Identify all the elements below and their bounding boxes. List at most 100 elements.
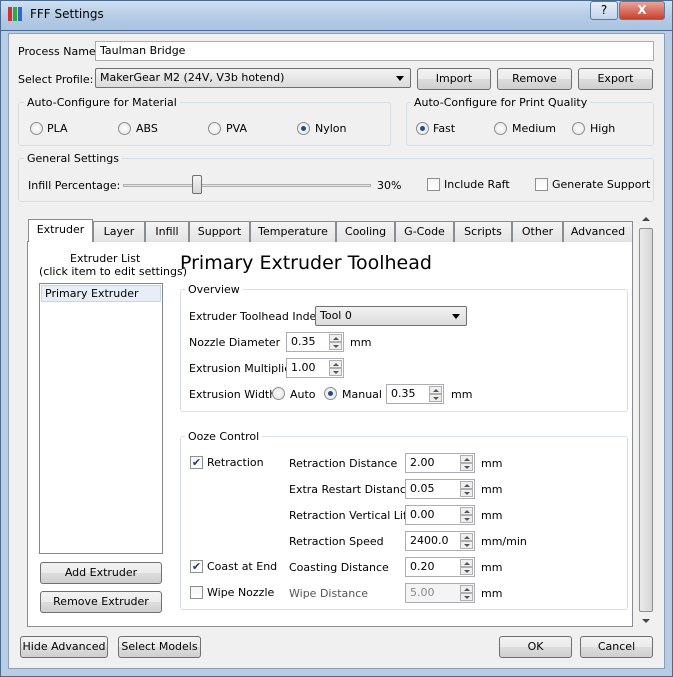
hide-advanced-button[interactable]: Hide Advanced (20, 636, 108, 658)
spin-down-icon[interactable] (329, 368, 342, 376)
toolhead-index-label: Extruder Toolhead Index (189, 310, 323, 323)
spin-up-icon[interactable] (329, 334, 342, 342)
tab-infill[interactable]: Infill (145, 221, 189, 242)
spin-up-icon[interactable] (460, 559, 473, 567)
chevron-down-icon (396, 76, 404, 81)
coast-at-end-checkbox[interactable]: ✔ (190, 560, 203, 573)
spin-down-icon[interactable] (460, 463, 473, 471)
tab-advanced[interactable]: Advanced (563, 221, 633, 242)
extrusion-width-label: Extrusion Width (189, 388, 277, 401)
extrusion-multiplier-label: Extrusion Multiplier (189, 362, 296, 375)
extrusion-width-spinbox[interactable]: 0.35 (386, 384, 444, 404)
retraction-distance-unit: mm (481, 457, 503, 470)
close-button[interactable]: X (619, 1, 665, 20)
quality-fast-radio[interactable] (416, 122, 429, 135)
spin-up-icon[interactable] (460, 533, 473, 541)
tab-gcode[interactable]: G-Code (395, 221, 454, 242)
toolhead-index-value: Tool 0 (320, 309, 352, 322)
material-pla-radio[interactable] (30, 122, 43, 135)
spin-down-icon[interactable] (460, 541, 473, 549)
quality-high-label: High (590, 122, 616, 135)
tab-cooling[interactable]: Cooling (336, 221, 395, 242)
profile-select-value: MakerGear M2 (24V, V3b hotend) (100, 71, 285, 84)
spin-down-icon[interactable] (460, 593, 473, 601)
include-raft-checkbox[interactable] (427, 178, 440, 191)
infill-percentage-value: 30% (377, 179, 402, 192)
tab-other[interactable]: Other (512, 221, 563, 242)
spin-down-icon[interactable] (429, 394, 442, 402)
spin-down-icon[interactable] (460, 567, 473, 575)
process-name-input[interactable]: Taulman Bridge (95, 41, 654, 61)
infill-slider-thumb[interactable] (192, 175, 203, 194)
spin-down-icon[interactable] (329, 342, 342, 350)
toolhead-index-select[interactable]: Tool 0 (315, 306, 467, 326)
extruder-list (39, 283, 163, 554)
retraction-checkbox[interactable]: ✔ (190, 456, 203, 469)
nozzle-diameter-value: 0.35 (291, 335, 316, 348)
spin-up-icon[interactable] (429, 386, 442, 394)
extruder-list-hint: (click item to edit settings) (39, 265, 188, 278)
generate-support-label: Generate Support (552, 178, 651, 191)
extruder-list-item[interactable]: Primary Extruder (41, 285, 161, 302)
scroll-up-icon[interactable] (642, 217, 650, 221)
remove-extruder-button[interactable]: Remove Extruder (40, 591, 162, 613)
general-settings-title: General Settings (24, 152, 122, 165)
material-pva-radio[interactable] (208, 122, 221, 135)
coasting-distance-spinbox[interactable]: 0.20 (405, 557, 475, 577)
wipe-nozzle-checkbox[interactable] (190, 586, 203, 599)
spin-up-icon[interactable] (329, 360, 342, 368)
overview-title: Overview (185, 283, 243, 296)
retraction-distance-value: 2.00 (410, 456, 435, 469)
spin-up-icon[interactable] (460, 455, 473, 463)
spin-up-icon[interactable] (460, 507, 473, 515)
add-extruder-button[interactable]: Add Extruder (40, 562, 162, 584)
scroll-down-icon[interactable] (642, 619, 650, 623)
coasting-distance-value: 0.20 (410, 560, 435, 573)
tab-extruder[interactable]: Extruder (28, 219, 93, 242)
app-icon (8, 7, 22, 21)
retraction-vertical-lift-spinbox[interactable]: 0.00 (405, 505, 475, 525)
extra-restart-distance-spinbox[interactable]: 0.05 (405, 479, 475, 499)
help-button[interactable]: ? (590, 1, 618, 20)
wipe-distance-value: 5.00 (410, 586, 435, 599)
spin-down-icon[interactable] (460, 515, 473, 523)
wipe-distance-unit: mm (481, 587, 503, 600)
generate-support-checkbox[interactable] (535, 178, 548, 191)
tab-temperature[interactable]: Temperature (250, 221, 336, 242)
cancel-button[interactable]: Cancel (580, 636, 653, 658)
scrollbar-thumb[interactable] (639, 228, 653, 612)
extrusion-width-auto-radio[interactable] (272, 387, 285, 400)
import-button[interactable]: Import (417, 68, 491, 90)
tab-scripts[interactable]: Scripts (454, 221, 512, 242)
ok-button[interactable]: OK (499, 636, 572, 658)
select-models-button[interactable]: Select Models (118, 636, 201, 658)
extrusion-width-value: 0.35 (391, 387, 416, 400)
extrusion-multiplier-spinbox[interactable]: 1.00 (286, 358, 344, 378)
infill-slider-track[interactable] (123, 184, 371, 187)
coasting-distance-label: Coasting Distance (289, 561, 389, 574)
remove-profile-button[interactable]: Remove (497, 68, 572, 90)
export-button[interactable]: Export (578, 68, 653, 90)
tab-support[interactable]: Support (189, 221, 250, 242)
tab-layer[interactable]: Layer (93, 221, 145, 242)
vertical-scrollbar[interactable] (638, 212, 654, 628)
spin-up-icon[interactable] (460, 585, 473, 593)
quality-medium-radio[interactable] (494, 122, 507, 135)
quality-medium-label: Medium (512, 122, 556, 135)
quality-high-radio[interactable] (572, 122, 585, 135)
profile-select[interactable]: MakerGear M2 (24V, V3b hotend) (95, 68, 411, 88)
window-title: FFF Settings (30, 7, 104, 21)
wipe-distance-spinbox[interactable]: 5.00 (405, 583, 475, 603)
extrusion-width-manual-radio[interactable] (324, 387, 337, 400)
material-pva-label: PVA (226, 122, 247, 135)
retraction-vertical-lift-unit: mm (481, 509, 503, 522)
retraction-speed-spinbox[interactable]: 2400.0 (405, 531, 475, 551)
nozzle-diameter-spinbox[interactable]: 0.35 (286, 332, 344, 352)
material-nylon-radio[interactable] (297, 122, 310, 135)
spin-down-icon[interactable] (460, 489, 473, 497)
coast-at-end-label: Coast at End (207, 560, 278, 573)
retraction-distance-spinbox[interactable]: 2.00 (405, 453, 475, 473)
material-abs-radio[interactable] (118, 122, 131, 135)
spin-up-icon[interactable] (460, 481, 473, 489)
extra-restart-distance-value: 0.05 (410, 482, 435, 495)
